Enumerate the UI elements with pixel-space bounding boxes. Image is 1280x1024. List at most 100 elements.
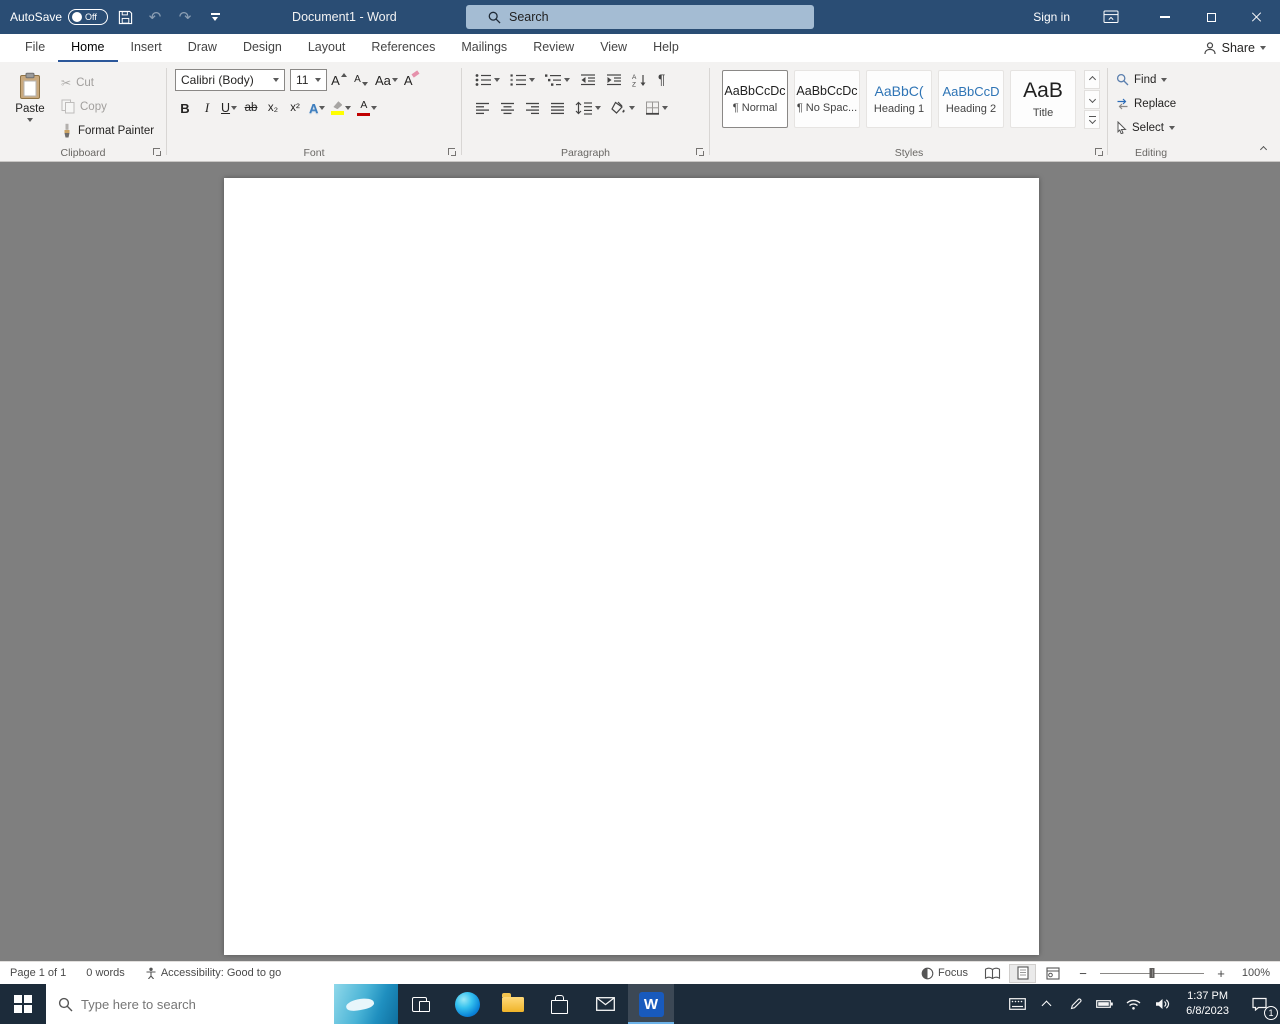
read-mode-button[interactable] xyxy=(979,964,1006,983)
line-spacing-button[interactable] xyxy=(572,97,604,119)
taskbar-mail-button[interactable] xyxy=(582,984,628,1024)
page-indicator[interactable]: Page 1 of 1 xyxy=(10,967,66,979)
autosave-control[interactable]: AutoSave Off xyxy=(10,9,109,25)
ribbon-display-options-button[interactable] xyxy=(1096,4,1126,30)
style-heading-2[interactable]: AaBbCcD Heading 2 xyxy=(938,70,1004,128)
zoom-level[interactable]: 100% xyxy=(1238,967,1270,979)
task-view-button[interactable] xyxy=(398,984,444,1024)
search-highlights-icon[interactable] xyxy=(334,984,398,1024)
taskbar-search-input[interactable] xyxy=(81,996,326,1012)
find-button[interactable]: Find xyxy=(1116,70,1194,89)
word-count[interactable]: 0 words xyxy=(86,967,125,979)
zoom-slider[interactable] xyxy=(1100,966,1204,980)
styles-dialog-launcher[interactable] xyxy=(1093,146,1105,158)
hidden-icons-button[interactable] xyxy=(1032,984,1061,1024)
taskbar-store-button[interactable] xyxy=(536,984,582,1024)
action-center-button[interactable]: 1 xyxy=(1238,984,1280,1024)
tab-draw[interactable]: Draw xyxy=(175,34,230,62)
font-size-combo[interactable]: 11 xyxy=(290,69,327,91)
minimize-button[interactable] xyxy=(1142,0,1188,34)
volume-tray-button[interactable] xyxy=(1148,984,1177,1024)
focus-button[interactable]: Focus xyxy=(921,967,968,980)
tab-references[interactable]: References xyxy=(358,34,448,62)
sort-button[interactable]: AZ xyxy=(629,69,651,91)
taskbar-edge-button[interactable] xyxy=(444,984,490,1024)
web-layout-button[interactable] xyxy=(1039,964,1066,983)
grow-font-button[interactable]: A xyxy=(329,69,349,91)
styles-row-down-button[interactable] xyxy=(1084,90,1100,109)
taskbar-word-button[interactable]: W xyxy=(628,984,674,1024)
tab-layout[interactable]: Layout xyxy=(295,34,359,62)
copy-button[interactable]: Copy xyxy=(58,96,157,117)
bold-button[interactable]: B xyxy=(175,97,195,119)
style-normal[interactable]: AaBbCcDc ¶ Normal xyxy=(722,70,788,128)
align-left-button[interactable] xyxy=(472,97,493,119)
touch-keyboard-button[interactable] xyxy=(1003,984,1032,1024)
collapse-ribbon-button[interactable] xyxy=(1255,143,1271,155)
start-button[interactable] xyxy=(0,984,46,1024)
numbering-button[interactable] xyxy=(507,69,538,91)
show-hide-formatting-button[interactable]: ¶ xyxy=(655,69,668,91)
zoom-slider-thumb[interactable] xyxy=(1149,968,1155,978)
maximize-button[interactable] xyxy=(1188,0,1234,34)
tab-home[interactable]: Home xyxy=(58,34,118,62)
strikethrough-button[interactable]: ab xyxy=(241,97,261,119)
print-layout-button[interactable] xyxy=(1009,963,1036,983)
select-button[interactable]: Select xyxy=(1116,118,1194,137)
decrease-indent-button[interactable] xyxy=(577,69,599,91)
autosave-toggle[interactable]: Off xyxy=(68,9,109,25)
borders-button[interactable] xyxy=(642,97,671,119)
titlebar-search-box[interactable]: Search xyxy=(466,5,814,29)
italic-button[interactable]: I xyxy=(197,97,217,119)
customize-quick-access-toolbar-button[interactable] xyxy=(202,4,228,30)
clear-formatting-button[interactable]: A xyxy=(402,69,423,91)
tab-help[interactable]: Help xyxy=(640,34,692,62)
align-center-button[interactable] xyxy=(497,97,518,119)
accessibility-status[interactable]: Accessibility: Good to go xyxy=(145,967,281,979)
change-case-button[interactable]: Aa xyxy=(373,69,400,91)
save-button[interactable] xyxy=(112,4,138,30)
highlight-color-button[interactable] xyxy=(329,97,353,119)
styles-more-button[interactable] xyxy=(1084,110,1100,129)
network-tray-button[interactable] xyxy=(1119,984,1148,1024)
tab-review[interactable]: Review xyxy=(520,34,587,62)
zoom-in-button[interactable]: + xyxy=(1215,967,1227,980)
align-right-button[interactable] xyxy=(522,97,543,119)
multilevel-list-button[interactable] xyxy=(542,69,573,91)
taskbar-clock[interactable]: 1:37 PM 6/8/2023 xyxy=(1177,989,1238,1019)
font-name-combo[interactable]: Calibri (Body) xyxy=(175,69,285,91)
close-button[interactable] xyxy=(1234,0,1280,34)
increase-indent-button[interactable] xyxy=(603,69,625,91)
bullets-button[interactable] xyxy=(472,69,503,91)
tab-design[interactable]: Design xyxy=(230,34,295,62)
replace-button[interactable]: Replace xyxy=(1116,94,1194,113)
tab-file[interactable]: File xyxy=(12,34,58,62)
style-heading-1[interactable]: AaBbC( Heading 1 xyxy=(866,70,932,128)
text-effects-button[interactable]: A xyxy=(307,97,327,119)
subscript-button[interactable]: x₂ xyxy=(263,97,283,119)
cut-button[interactable]: ✂ Cut xyxy=(58,72,157,93)
clipboard-dialog-launcher[interactable] xyxy=(151,146,163,158)
format-painter-button[interactable]: Format Painter xyxy=(58,120,157,141)
shading-button[interactable] xyxy=(608,97,638,119)
paragraph-dialog-launcher[interactable] xyxy=(694,146,706,158)
pen-tray-button[interactable] xyxy=(1061,984,1090,1024)
share-button[interactable]: Share xyxy=(1203,34,1266,62)
font-color-button[interactable]: A xyxy=(355,97,379,119)
tab-mailings[interactable]: Mailings xyxy=(448,34,520,62)
zoom-out-button[interactable]: − xyxy=(1077,967,1089,980)
tab-insert[interactable]: Insert xyxy=(118,34,175,62)
battery-tray-button[interactable] xyxy=(1090,984,1119,1024)
tab-view[interactable]: View xyxy=(587,34,640,62)
redo-button[interactable]: ↷ xyxy=(172,4,198,30)
superscript-button[interactable]: x² xyxy=(285,97,305,119)
shrink-font-button[interactable]: A xyxy=(351,69,371,91)
paste-button[interactable]: Paste xyxy=(7,68,53,143)
styles-row-up-button[interactable] xyxy=(1084,70,1100,89)
style-no-spacing[interactable]: AaBbCcDc ¶ No Spac... xyxy=(794,70,860,128)
taskbar-file-explorer-button[interactable] xyxy=(490,984,536,1024)
sign-in-button[interactable]: Sign in xyxy=(1033,10,1070,24)
justify-button[interactable] xyxy=(547,97,568,119)
document-page[interactable] xyxy=(224,178,1039,955)
font-dialog-launcher[interactable] xyxy=(446,146,458,158)
